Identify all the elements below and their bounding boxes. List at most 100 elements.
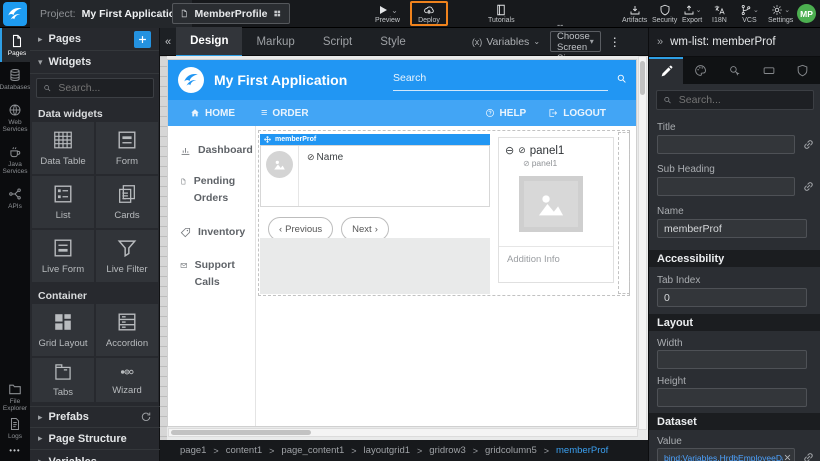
tab-markup[interactable]: Markup <box>242 28 308 56</box>
layout-section[interactable]: Layout <box>649 314 820 331</box>
clear-binding-icon[interactable] <box>783 453 792 461</box>
collapse-right-panel-icon[interactable]: » <box>657 36 663 48</box>
widget-search[interactable] <box>36 78 154 98</box>
rail-item-apis[interactable]: APIs <box>0 181 30 215</box>
dataset-section[interactable]: Dataset <box>649 413 820 430</box>
variables-section-header[interactable]: ▸ Variables <box>30 450 160 461</box>
user-avatar[interactable]: MP <box>797 4 816 23</box>
widget-tile-form[interactable]: Form <box>96 122 158 174</box>
rail-more-icon[interactable]: ••• <box>0 446 30 455</box>
widget-tile-wizard[interactable]: Wizard <box>96 358 158 402</box>
screen-size-dropdown[interactable]: -- Choose Screen Size -- ▾ <box>550 31 601 52</box>
artifacts-button[interactable]: Artifacts <box>622 0 647 28</box>
rail-item-databases[interactable]: Databases <box>0 62 30 96</box>
crumb-content1[interactable]: content1 <box>226 445 262 456</box>
widget-tile-grid-layout[interactable]: Grid Layout <box>32 304 94 356</box>
crumb-page1[interactable]: page1 <box>180 445 206 456</box>
crumb-gridrow3[interactable]: gridrow3 <box>429 445 465 456</box>
crumb-gridcolumn5[interactable]: gridcolumn5 <box>485 445 537 456</box>
page-tab-memberprofile[interactable]: MemberProfile <box>172 3 290 24</box>
widget-tile-live-form[interactable]: Live Form <box>32 230 94 282</box>
crumb-layoutgrid1[interactable]: layoutgrid1 <box>364 445 410 456</box>
app-search-icon[interactable] <box>616 73 627 84</box>
add-page-button[interactable] <box>134 31 151 48</box>
tab-device[interactable] <box>752 57 786 84</box>
rail-item-web-services[interactable]: Web Services <box>0 97 30 139</box>
panel-footer[interactable]: Addition Info <box>507 254 560 265</box>
settings-button[interactable]: ⌄ Settings <box>768 0 793 28</box>
preview-button[interactable]: ⌄ Preview <box>375 0 400 28</box>
title-bind-link-icon[interactable] <box>802 138 815 151</box>
menu-item-dashboard[interactable]: Dashboard <box>180 142 255 159</box>
project-chip[interactable]: Project: My First Application <box>30 0 192 28</box>
pages-section-header[interactable]: ▸ Pages <box>30 28 159 51</box>
tab-script[interactable]: Script <box>309 28 366 56</box>
panel-widget-panel1[interactable]: ⊖ ⊘ panel1 ⊘ panel1 Addition Info <box>498 137 614 283</box>
canvas-hscrollbar[interactable] <box>168 428 638 437</box>
tab-styles[interactable] <box>683 57 717 84</box>
properties-search-input[interactable] <box>677 93 807 107</box>
item-avatar-placeholder <box>266 151 293 178</box>
widget-tile-list[interactable]: List <box>32 176 94 228</box>
tab-events[interactable] <box>717 57 751 84</box>
widgets-section-header[interactable]: ▾ Widgets <box>30 51 159 74</box>
page-structure-section-header[interactable]: ▸ Page Structure <box>30 428 160 450</box>
collapse-left-panel-icon[interactable]: « <box>160 36 176 48</box>
more-options-icon[interactable]: ⋮ <box>609 35 621 49</box>
nav-help[interactable]: HELP <box>485 108 527 119</box>
tutorials-button[interactable]: Tutorials <box>488 0 515 28</box>
wavemaker-logo[interactable] <box>3 2 27 26</box>
widget-tile-cards[interactable]: Cards <box>96 176 158 228</box>
list-widget-header[interactable]: memberProf <box>260 134 490 145</box>
width-input[interactable] <box>657 350 807 369</box>
list-item[interactable]: ⊘ Name <box>260 145 490 207</box>
value-bind-link-icon[interactable] <box>802 451 815 461</box>
tab-properties[interactable] <box>649 57 683 84</box>
security-button[interactable]: Security <box>652 0 677 28</box>
item-name-binding[interactable]: ⊘ Name <box>307 152 343 163</box>
widget-tile-accordion[interactable]: Accordion <box>96 304 158 356</box>
list-widget-memberprof[interactable]: memberProf ⊘ Name ‹Previous Next› <box>260 134 490 241</box>
widget-tile-tabs[interactable]: Tabs <box>32 358 94 402</box>
export-button[interactable]: ⌄ Export <box>682 0 702 28</box>
tab-style[interactable]: Style <box>366 28 420 56</box>
menu-item-support-calls[interactable]: Support Calls <box>180 257 242 291</box>
height-input[interactable] <box>657 388 807 407</box>
name-input[interactable] <box>657 219 807 238</box>
menu-item-pending-orders[interactable]: Pending Orders <box>180 173 242 207</box>
tab-security[interactable] <box>786 57 820 84</box>
i18n-button[interactable]: I18N <box>712 0 727 28</box>
collapse-circle-icon[interactable]: ⊖ <box>505 144 514 157</box>
nav-logout[interactable]: LOGOUT <box>548 108 606 119</box>
value-input[interactable]: bind:Variables.HrdbEmployeeData.data <box>657 448 795 461</box>
crumb-page-content1[interactable]: page_content1 <box>281 445 344 456</box>
empty-grid-column[interactable] <box>618 132 630 294</box>
app-search-field[interactable]: Search <box>393 72 608 91</box>
widget-tile-live-filter[interactable]: Live Filter <box>96 230 158 282</box>
refresh-icon[interactable] <box>140 411 152 423</box>
no-bind-icon: ⊘ <box>307 152 315 163</box>
widget-search-input[interactable] <box>56 81 147 95</box>
subheading-bind-link-icon[interactable] <box>802 180 815 193</box>
accessibility-section[interactable]: Accessibility <box>649 250 820 267</box>
vcs-button[interactable]: ⌄ VCS <box>740 0 759 28</box>
crumb-memberprof-active[interactable]: memberProf <box>556 445 608 456</box>
nav-order[interactable]: ≡ ORDER <box>261 107 309 119</box>
title-input[interactable] <box>657 135 795 154</box>
tab-index-input[interactable] <box>657 288 807 307</box>
prefabs-section-header[interactable]: ▸ Prefabs <box>30 406 160 428</box>
panel-image-placeholder[interactable] <box>519 176 583 232</box>
properties-search[interactable] <box>656 90 814 110</box>
menu-item-inventory[interactable]: Inventory <box>180 224 255 241</box>
nav-home[interactable]: HOME <box>190 108 235 119</box>
subheading-input[interactable] <box>657 177 795 196</box>
variables-menu[interactable]: (x) Variables ⌄ <box>472 36 540 48</box>
app-logo[interactable] <box>178 67 204 93</box>
deploy-button[interactable]: Deploy <box>410 1 448 26</box>
tab-design[interactable]: Design <box>176 27 242 57</box>
rail-item-pages[interactable]: Pages <box>0 28 32 62</box>
widget-tile-data-table[interactable]: Data Table <box>32 122 94 174</box>
rail-item-logs[interactable]: Logs <box>0 411 30 445</box>
canvas-vscrollbar[interactable] <box>638 56 647 430</box>
rail-item-java-services[interactable]: Java Services <box>0 139 30 181</box>
